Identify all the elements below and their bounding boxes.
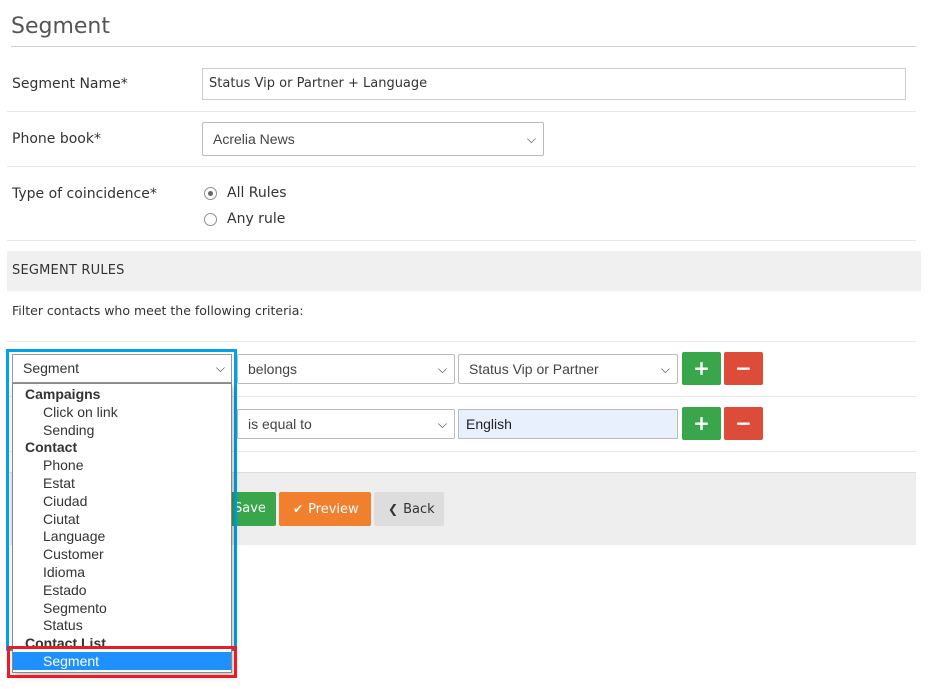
chevron-down-icon: ⌵	[437, 417, 447, 431]
segment-name-label: Segment Name*	[12, 76, 128, 92]
dropdown-option[interactable]: Customer	[13, 545, 231, 563]
coincidence-label: Type of coincidence*	[12, 186, 157, 202]
rule-1-value-value: Status Vip or Partner	[469, 361, 599, 377]
rule-2-operator-value: is equal to	[248, 416, 312, 432]
dropdown-option[interactable]: Estado	[13, 581, 231, 599]
segment-name-input[interactable]: Status Vip or Partner + Language	[202, 68, 906, 100]
dropdown-option[interactable]: Phone	[13, 456, 231, 474]
row-divider	[7, 166, 916, 167]
filter-criteria-text: Filter contacts who meet the following c…	[12, 303, 304, 318]
dropdown-option[interactable]: Estat	[13, 474, 231, 492]
chevron-down-icon: ⌵	[660, 362, 670, 376]
phone-book-select[interactable]: Acrelia News ⌵	[202, 122, 544, 156]
chevron-left-icon: ❮	[388, 502, 399, 516]
dropdown-option[interactable]: Click on link	[13, 403, 231, 421]
rule-1-operator-select[interactable]: belongs ⌵	[237, 354, 455, 384]
radio-label-all-rules: All Rules	[227, 185, 287, 201]
rule-1-field-value: Segment	[23, 360, 80, 376]
back-button-label: Back	[403, 502, 435, 517]
rule-2-add-button[interactable]: +	[682, 407, 721, 440]
row-divider	[7, 240, 916, 241]
phone-book-label: Phone book*	[12, 131, 101, 147]
row-divider	[7, 111, 916, 112]
dropdown-option[interactable]: Status	[13, 616, 231, 634]
radio-all-rules[interactable]: All Rules	[204, 183, 287, 203]
rule-1-value-select[interactable]: Status Vip or Partner ⌵	[458, 354, 678, 384]
dropdown-group-campaigns: Campaigns	[25, 386, 101, 402]
radio-any-rule[interactable]: Any rule	[204, 209, 285, 229]
radio-unchecked-icon[interactable]	[204, 212, 217, 226]
dropdown-option[interactable]: Ciudad	[13, 492, 231, 510]
highlight-frame-red	[7, 646, 237, 678]
rule-1-field-select[interactable]: Segment ⌵	[12, 354, 232, 383]
dropdown-option[interactable]: Segmento	[13, 599, 231, 617]
check-circle-icon: ✔	[293, 502, 304, 516]
radio-checked-icon[interactable]	[204, 186, 217, 200]
back-button[interactable]: ❮ Back	[374, 492, 444, 526]
rule-1-add-button[interactable]: +	[682, 352, 721, 385]
chevron-down-icon: ⌵	[526, 132, 536, 146]
segment-rules-header: SEGMENT RULES	[7, 251, 921, 291]
radio-label-any-rule: Any rule	[227, 211, 286, 227]
title-divider	[11, 46, 916, 47]
preview-button[interactable]: ✔ Preview	[279, 492, 371, 526]
field-dropdown-list: Campaigns Click on link Sending Contact …	[12, 383, 232, 673]
dropdown-option[interactable]: Idioma	[13, 563, 231, 581]
dropdown-option[interactable]: Sending	[13, 421, 231, 439]
rule-2-operator-select[interactable]: is equal to ⌵	[237, 409, 455, 439]
rule-2-value-input[interactable]: English	[458, 409, 678, 439]
row-divider	[7, 341, 916, 342]
dropdown-option[interactable]: Ciutat	[13, 510, 231, 528]
rule-1-remove-button[interactable]: −	[724, 352, 763, 385]
rule-2-remove-button[interactable]: −	[724, 407, 763, 440]
preview-button-label: Preview	[308, 502, 359, 517]
dropdown-group-contact: Contact	[25, 439, 78, 455]
chevron-down-icon: ⌵	[215, 361, 225, 375]
chevron-down-icon: ⌵	[437, 362, 447, 376]
rule-1-operator-value: belongs	[248, 361, 298, 377]
dropdown-option[interactable]: Language	[13, 527, 231, 545]
page-title: Segment	[11, 14, 110, 39]
phone-book-select-value: Acrelia News	[213, 131, 295, 147]
